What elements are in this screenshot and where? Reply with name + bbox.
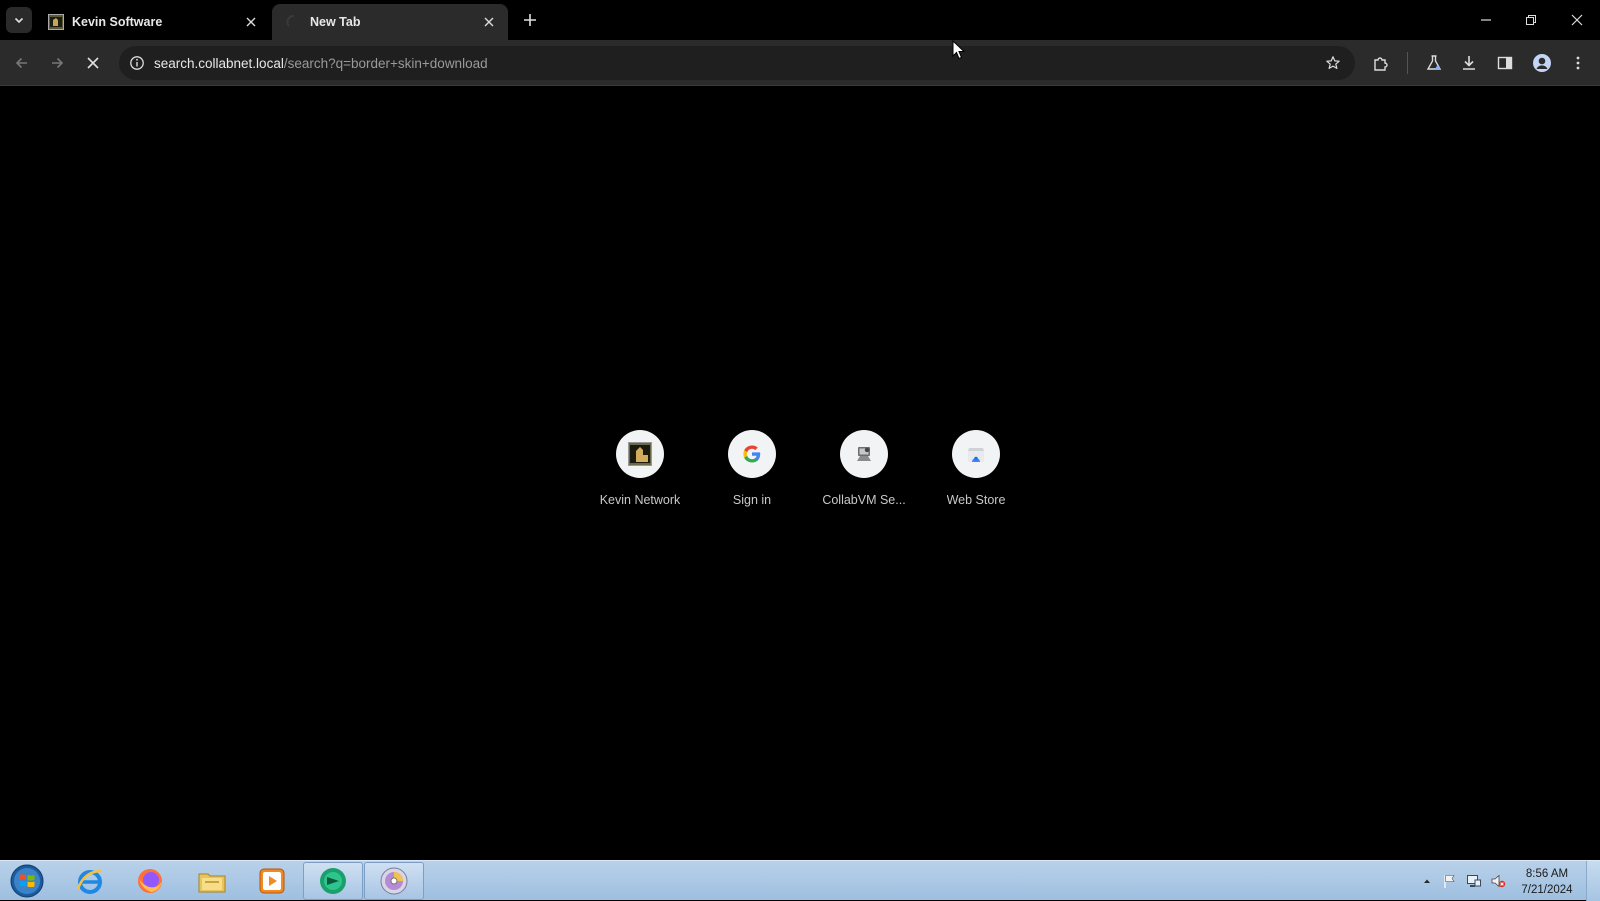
start-button[interactable] bbox=[6, 863, 48, 899]
close-icon bbox=[1571, 14, 1583, 26]
labs-button[interactable] bbox=[1420, 49, 1448, 77]
close-icon bbox=[246, 17, 256, 27]
side-panel-button[interactable] bbox=[1491, 49, 1519, 77]
clock-time: 8:56 AM bbox=[1525, 868, 1569, 880]
taskbar-clock[interactable]: 8:56 AM 7/21/2024 bbox=[1512, 866, 1582, 898]
taskbar-dvd-maker[interactable] bbox=[364, 862, 424, 900]
arrow-right-icon bbox=[49, 55, 65, 71]
profile-button[interactable] bbox=[1528, 49, 1556, 77]
restore-button[interactable] bbox=[1517, 6, 1545, 34]
back-button[interactable] bbox=[8, 49, 36, 77]
shortcut-icon-circle bbox=[952, 430, 1000, 478]
file-explorer-icon bbox=[196, 865, 228, 897]
taskbar-firefox[interactable] bbox=[120, 862, 180, 900]
minimize-icon bbox=[1480, 14, 1492, 26]
taskbar-media-player[interactable] bbox=[242, 862, 302, 900]
shortcut-label: Sign in bbox=[732, 493, 772, 507]
toolbar-divider bbox=[1407, 52, 1408, 74]
taskbar: 8:56 AM 7/21/2024 bbox=[0, 860, 1600, 901]
mouse-cursor-icon bbox=[952, 40, 966, 60]
url-path: /search?q=border+skin+download bbox=[283, 55, 488, 71]
shortcut-sign-in[interactable]: Sign in bbox=[696, 430, 808, 507]
close-icon bbox=[86, 56, 100, 70]
clock-date: 7/21/2024 bbox=[1521, 884, 1573, 896]
close-window-button[interactable] bbox=[1563, 6, 1591, 34]
arrow-left-icon bbox=[14, 55, 30, 71]
forward-button[interactable] bbox=[43, 49, 71, 77]
start-orb-icon bbox=[10, 864, 44, 898]
taskbar-internet-explorer[interactable] bbox=[60, 862, 120, 900]
tab-title: Kevin Software bbox=[72, 15, 163, 29]
avatar-icon bbox=[1532, 53, 1552, 73]
extensions-button[interactable] bbox=[1367, 49, 1395, 77]
tray-volume[interactable] bbox=[1490, 873, 1506, 889]
google-g-icon bbox=[742, 444, 762, 464]
show-desktop-button[interactable] bbox=[1586, 861, 1600, 901]
shortcut-icon-circle bbox=[616, 430, 664, 478]
menu-button[interactable] bbox=[1564, 49, 1592, 77]
close-tab-button[interactable] bbox=[242, 13, 260, 31]
dvd-maker-icon bbox=[378, 865, 410, 897]
kevin-logo-icon bbox=[628, 442, 652, 466]
close-tab-button[interactable] bbox=[480, 13, 498, 31]
url-host: search.collabnet.local bbox=[154, 55, 284, 71]
firefox-icon bbox=[134, 865, 166, 897]
more-vert-icon bbox=[1570, 55, 1586, 71]
close-icon bbox=[484, 17, 494, 27]
tray-action-center[interactable] bbox=[1442, 873, 1458, 889]
download-icon bbox=[1460, 54, 1478, 72]
taskbar-chrome-app[interactable] bbox=[303, 862, 363, 900]
stop-loading-button[interactable] bbox=[79, 49, 107, 77]
show-hidden-icons-button[interactable] bbox=[1419, 873, 1435, 889]
flag-icon bbox=[1442, 873, 1458, 889]
kevin-logo-icon bbox=[48, 14, 64, 30]
chevron-down-icon bbox=[13, 14, 25, 26]
tab-strip: Kevin Software New Tab bbox=[0, 0, 1600, 40]
collabvm-icon bbox=[854, 444, 874, 464]
tab-kevin-software[interactable]: Kevin Software bbox=[38, 4, 270, 40]
restore-icon bbox=[1525, 14, 1537, 26]
shortcut-label: Web Store bbox=[946, 493, 1006, 507]
chrome-app-icon bbox=[317, 865, 349, 897]
minimize-button[interactable] bbox=[1472, 6, 1500, 34]
shortcut-icon-circle bbox=[728, 430, 776, 478]
new-tab-button[interactable] bbox=[518, 8, 542, 32]
tab-title: New Tab bbox=[310, 15, 361, 29]
site-info-button[interactable] bbox=[122, 48, 152, 78]
browser-toolbar: search.collabnet.local/search?q=border+s… bbox=[0, 40, 1600, 86]
star-icon bbox=[1325, 55, 1341, 71]
tray-network[interactable] bbox=[1466, 873, 1482, 889]
bookmark-button[interactable] bbox=[1319, 49, 1347, 77]
shortcut-icon-circle bbox=[840, 430, 888, 478]
tab-new-tab[interactable]: New Tab bbox=[272, 4, 508, 40]
shortcut-label: Kevin Network bbox=[599, 493, 681, 507]
url-text: search.collabnet.local/search?q=border+s… bbox=[154, 56, 488, 71]
plus-icon bbox=[523, 13, 537, 27]
taskbar-file-explorer[interactable] bbox=[182, 862, 242, 900]
tab-search-button[interactable] bbox=[6, 7, 32, 33]
network-icon bbox=[1466, 873, 1482, 889]
shortcuts-grid: Kevin Network Sign in CollabVM Se... Web… bbox=[584, 430, 1032, 507]
internet-explorer-icon bbox=[74, 865, 106, 897]
address-bar[interactable]: search.collabnet.local/search?q=border+s… bbox=[119, 46, 1355, 80]
new-tab-page: Kevin Network Sign in CollabVM Se... Web… bbox=[0, 86, 1600, 860]
shortcut-web-store[interactable]: Web Store bbox=[920, 430, 1032, 507]
puzzle-icon bbox=[1372, 54, 1390, 72]
web-store-icon bbox=[965, 443, 987, 465]
media-player-icon bbox=[257, 866, 287, 896]
info-icon bbox=[129, 55, 145, 71]
volume-muted-icon bbox=[1490, 873, 1506, 889]
flask-icon bbox=[1425, 54, 1443, 72]
chevron-up-icon bbox=[1422, 876, 1432, 886]
side-panel-icon bbox=[1496, 54, 1514, 72]
downloads-button[interactable] bbox=[1455, 49, 1483, 77]
loading-spinner-icon bbox=[286, 14, 302, 30]
shortcut-collabvm[interactable]: CollabVM Se... bbox=[808, 430, 920, 507]
shortcut-kevin-network[interactable]: Kevin Network bbox=[584, 430, 696, 507]
shortcut-label: CollabVM Se... bbox=[822, 493, 906, 507]
